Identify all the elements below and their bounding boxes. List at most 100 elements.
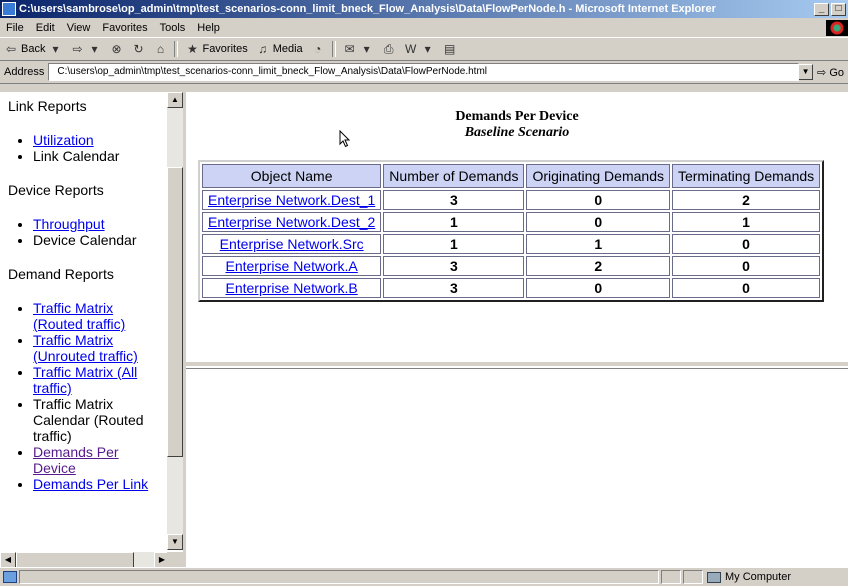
originating-cell: 0 [526,190,670,210]
object-link[interactable]: Enterprise Network.Dest_2 [208,214,375,230]
traffic-matrix-all-link[interactable]: Traffic Matrix (All traffic) [33,364,137,396]
scroll-up-button[interactable]: ▲ [167,92,183,108]
device-reports-heading: Device Reports [8,182,104,198]
menu-file[interactable]: File [0,22,30,34]
word-edit-icon: W [405,42,417,56]
zone-label: My Computer [725,571,792,583]
link-reports-list: Utilization Link Calendar [8,132,163,164]
menu-bar: File Edit View Favorites Tools Help [0,18,848,38]
number-cell: 3 [383,190,525,210]
terminating-cell: 0 [671,256,821,276]
number-cell: 3 [383,278,525,298]
favorites-label: Favorites [202,43,248,55]
forward-button[interactable]: ⇨ ▾ [66,42,105,56]
table-row: Enterprise Network.B 3 0 0 [202,278,821,298]
favorites-button[interactable]: ★ Favorites [181,42,251,56]
address-dropdown-button[interactable]: ▼ [798,64,814,80]
table-row: Enterprise Network.A 3 2 0 [202,256,821,276]
scroll-left-button[interactable]: ◀ [0,552,16,568]
demand-reports-list: Traffic Matrix (Routed traffic) Traffic … [8,300,163,492]
discuss-button[interactable]: ▤ [439,42,461,56]
scroll-down-button[interactable]: ▼ [167,534,183,550]
horizontal-scrollbar[interactable]: ◀ ▶ [0,552,170,568]
status-panel [683,570,703,584]
back-label: Back [21,43,46,55]
media-button[interactable]: ♫ Media [252,42,307,56]
go-arrow-icon: ⇨ [817,66,827,79]
browser-content: Link Reports Utilization Link Calendar D… [0,92,848,569]
stop-button[interactable]: ⊗ [105,42,127,56]
table-row: Enterprise Network.Dest_2 1 0 1 [202,212,821,232]
device-reports-list: Throughput Device Calendar [8,216,163,248]
table-header-row: Object Name Number of Demands Originatin… [202,164,821,188]
originating-cell: 0 [526,278,670,298]
home-button[interactable]: ⌂ [149,42,171,56]
refresh-button[interactable]: ↻ [127,42,149,56]
number-cell: 1 [383,212,525,232]
terminating-cell: 2 [671,190,821,210]
object-link[interactable]: Enterprise Network.B [226,280,358,296]
object-name-cell: Enterprise Network.Dest_2 [202,212,382,232]
menu-help[interactable]: Help [191,22,226,34]
page-done-icon [3,571,17,583]
discuss-icon: ▤ [444,42,456,56]
status-bar: My Computer [0,567,848,586]
mail-button[interactable]: ✉ ▾ [339,42,378,56]
list-item: Link Calendar [33,148,163,164]
menu-view[interactable]: View [61,22,97,34]
menu-edit[interactable]: Edit [30,22,61,34]
list-item: Utilization [33,132,163,148]
demand-reports-heading: Demand Reports [8,266,114,282]
list-item: Traffic Matrix Calendar (Routed traffic) [33,396,163,444]
address-input[interactable]: C:\users\op_admin\tmp\test_scenarios-con… [48,63,800,81]
list-item: Traffic Matrix (Unrouted traffic) [33,332,163,364]
object-link[interactable]: Enterprise Network.Src [220,236,364,252]
history-icon: ◔ [314,42,322,56]
menu-favorites[interactable]: Favorites [96,22,153,34]
object-link[interactable]: Enterprise Network.Dest_1 [208,192,375,208]
dropdown-icon[interactable]: ▾ [360,42,374,56]
minimize-button[interactable]: _ [814,2,829,16]
column-header: Number of Demands [383,164,525,188]
print-icon: ⎙ [383,42,394,56]
report-frame: Demands Per Device Baseline Scenario Obj… [186,92,848,366]
address-label: Address [4,66,45,78]
horizontal-scroll-thumb[interactable] [16,552,134,568]
print-button[interactable]: ⎙ [378,42,400,56]
mail-icon: ✉ [344,42,355,56]
dropdown-icon[interactable]: ▾ [421,42,435,56]
home-icon: ⌂ [156,42,165,56]
scroll-thumb[interactable] [167,167,183,457]
dropdown-icon[interactable]: ▾ [87,42,101,56]
table-row: Enterprise Network.Src 1 1 0 [202,234,821,254]
object-link[interactable]: Enterprise Network.A [226,258,358,274]
mouse-cursor-icon [339,130,351,148]
traffic-matrix-routed-link[interactable]: Traffic Matrix (Routed traffic) [33,300,125,332]
object-name-cell: Enterprise Network.Dest_1 [202,190,382,210]
object-name-cell: Enterprise Network.Src [202,234,382,254]
edit-button[interactable]: W ▾ [400,42,439,56]
go-button[interactable]: ⇨ Go [813,66,848,79]
column-header: Object Name [202,164,382,188]
menu-tools[interactable]: Tools [154,22,192,34]
demands-per-link-link[interactable]: Demands Per Link [33,476,148,492]
demands-per-device-link[interactable]: Demands Per Device [33,444,119,476]
window-title: C:\users\sambrose\op_admin\tmp\test_scen… [19,3,716,15]
maximize-button[interactable]: □ [831,2,846,16]
vertical-scrollbar[interactable]: ▲ ▼ [167,92,183,550]
dropdown-icon[interactable]: ▾ [48,42,62,56]
security-zone: My Computer [703,571,829,583]
list-item: Throughput [33,216,163,232]
back-button[interactable]: ⇦ Back ▾ [0,42,66,56]
utilization-link[interactable]: Utilization [33,132,94,148]
stop-icon: ⊗ [111,42,122,56]
history-button[interactable]: ◔ [307,42,329,56]
toolbar-separator [331,41,336,57]
traffic-matrix-unrouted-link[interactable]: Traffic Matrix (Unrouted traffic) [33,332,138,364]
list-item: Traffic Matrix (All traffic) [33,364,163,396]
number-cell: 1 [383,234,525,254]
toolbar-separator [174,41,179,57]
my-computer-icon [707,571,721,583]
throughput-link[interactable]: Throughput [33,216,105,232]
list-item: Demands Per Link [33,476,163,492]
